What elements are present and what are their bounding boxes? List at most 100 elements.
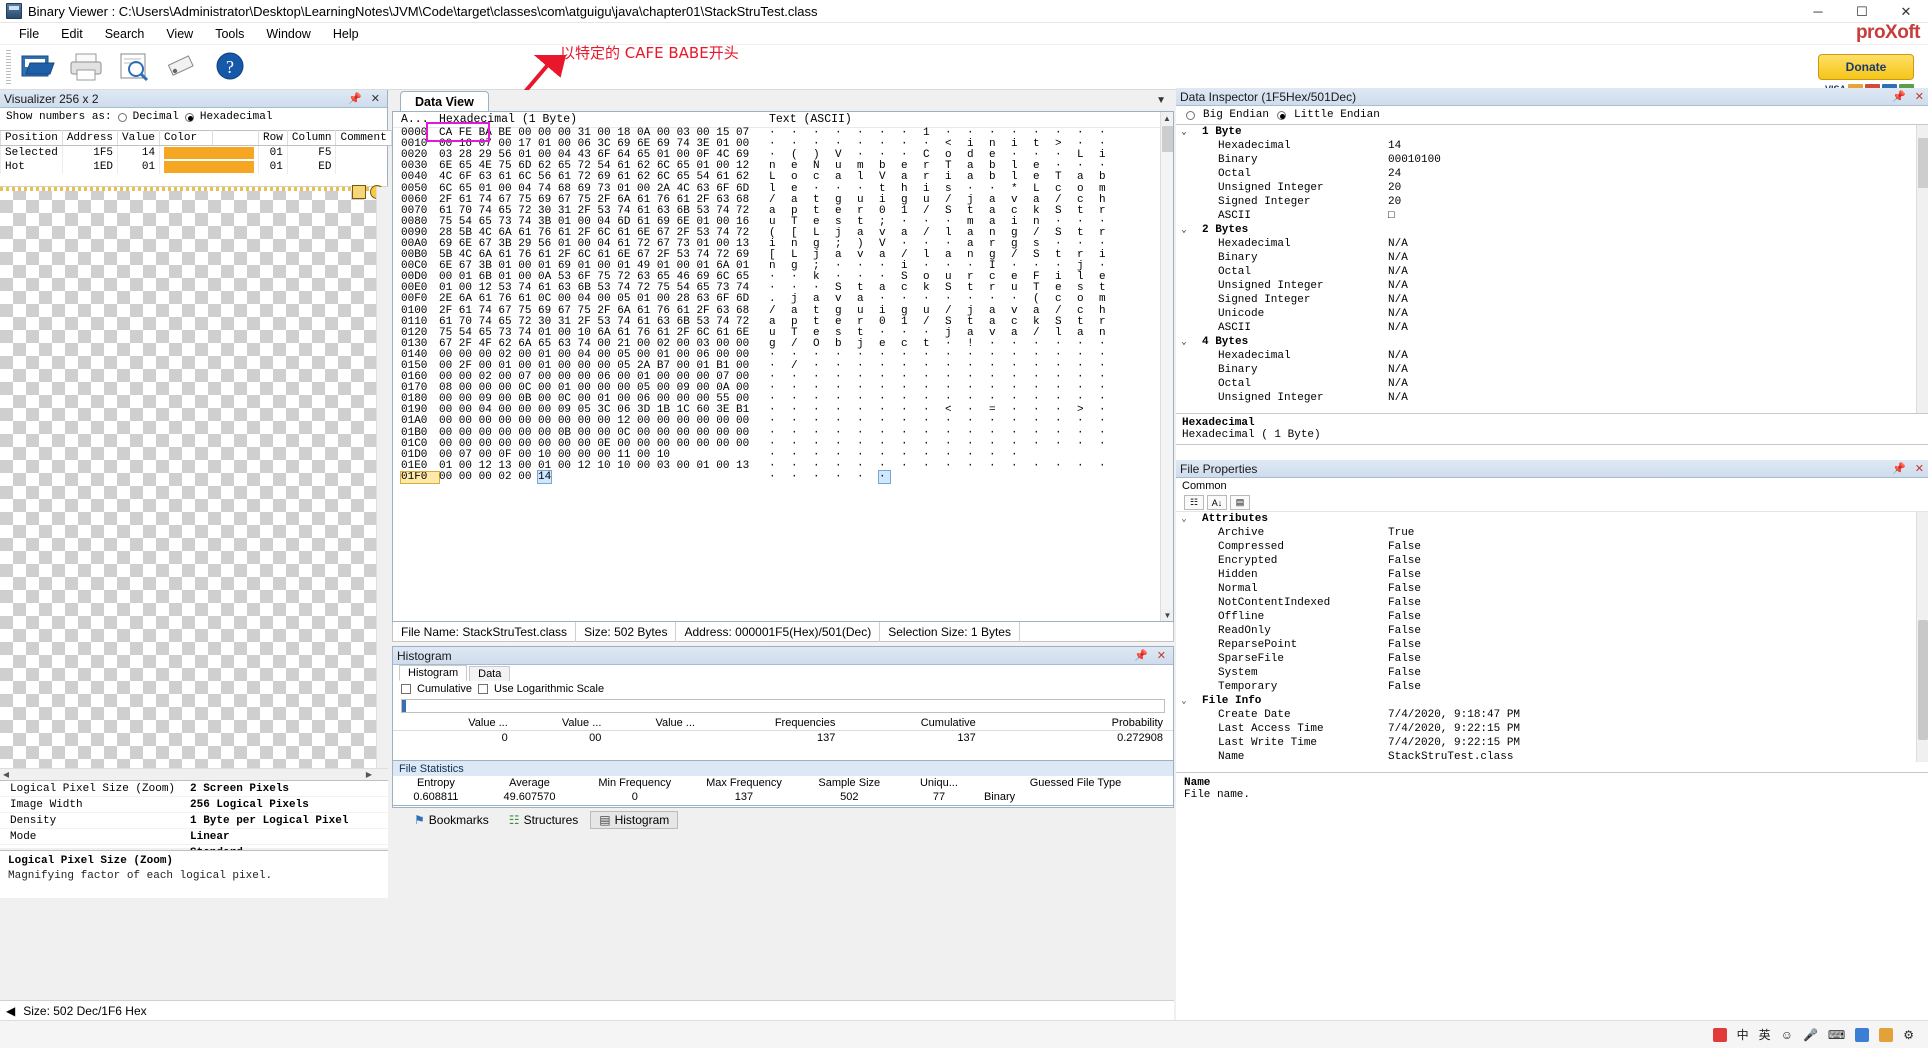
window-scrollbar[interactable] [1918,620,1928,740]
hex-vscrollbar[interactable]: ▲ ▼ [1160,112,1173,621]
hist-col-2[interactable]: Value ... [611,716,705,731]
inspector-group[interactable]: ⌄ 2 Bytes [1176,223,1928,237]
close-button[interactable]: ✕ [1884,0,1928,23]
file-properties-row[interactable]: Encrypted False [1176,554,1928,568]
scroll-thumb[interactable] [1162,126,1173,152]
tab-data-view[interactable]: Data View [400,91,489,111]
file-properties-row[interactable]: Temporary False [1176,680,1928,694]
scroll-right-icon[interactable]: ▶ [366,770,388,779]
print-button[interactable] [63,46,111,88]
file-properties-row[interactable]: Compressed False [1176,540,1928,554]
menu-item-file[interactable]: File [8,25,50,43]
col-comment[interactable]: Comment [335,130,392,146]
open-file-button[interactable] [15,46,63,88]
inspector-row[interactable]: Hexadecimal N/A [1176,349,1928,363]
endian-selector[interactable]: Big Endian Little Endian [1176,106,1928,124]
inspector-row[interactable]: Unicode N/A [1176,307,1928,321]
hex-row-bytes[interactable]: 2F 61 74 67 75 69 67 75 2F 6A 61 76 61 2… [439,194,769,206]
settings-icon[interactable]: ⚙ [1903,1028,1914,1042]
hex-row-ascii[interactable]: l e · · · t h i s · · * L c o m [769,183,1110,195]
table-row[interactable]: 0 00 137 137 0.272908 [393,731,1173,746]
scroll-up-icon[interactable]: ▲ [1161,112,1173,125]
inspector-scrollbar[interactable] [1916,125,1928,413]
menu-item-search[interactable]: Search [94,25,156,43]
ime-indicator[interactable]: 中 [1737,1026,1749,1043]
hex-row[interactable]: 01A0 00 00 00 00 00 00 00 00 00 12 00 00 … [393,416,1173,427]
file-properties-row[interactable]: Last Write Time 7/4/2020, 9:22:15 PM [1176,736,1928,750]
file-properties-row[interactable]: Normal False [1176,582,1928,596]
pin-icon[interactable]: 📌 [1892,90,1906,103]
scroll-left-icon[interactable]: ◀ [0,770,9,779]
file-properties-row[interactable]: System False [1176,666,1928,680]
hex-row-ascii[interactable]: / a t g u i g u / j a v a / c h [769,194,1110,206]
chevron-down-icon[interactable]: ⌄ [1176,337,1192,347]
hist-col-5[interactable]: Probability [985,716,1173,731]
visualizer-number-format[interactable]: Show numbers as: Decimal Hexadecimal [0,108,387,126]
histogram-options[interactable]: Cumulative Use Logarithmic Scale [393,681,1173,697]
scroll-thumb[interactable] [1918,138,1928,188]
menu-item-help[interactable]: Help [322,25,370,43]
help-button[interactable]: ? [207,46,255,88]
col-spacer[interactable] [212,130,260,146]
lang-indicator[interactable]: 英 [1759,1026,1771,1043]
file-properties-row[interactable]: Name StackStruTest.class [1176,750,1928,762]
hex-row-bytes[interactable]: 4C 6F 63 61 6C 56 61 72 69 61 62 6C 65 5… [439,172,769,183]
smiley-icon[interactable]: ☺ [1781,1028,1793,1042]
cumulative-checkbox[interactable] [401,684,411,694]
hex-dump[interactable]: A... Hexadecimal (1 Byte) Text (ASCII) 0… [392,112,1174,622]
tray-icon-3[interactable] [1879,1027,1894,1042]
log-scale-checkbox[interactable] [478,684,489,694]
hist-col-1[interactable]: Value ... [517,716,612,731]
pin-icon[interactable]: 📌 [1134,649,1148,662]
col-row[interactable]: Row [258,130,288,146]
hex-row[interactable]: 01F0 00 00 00 02 00 14 · · · · · · [393,469,1173,484]
scroll-down-icon[interactable]: ▼ [1161,609,1173,621]
visualizer-canvas[interactable]: ◀ ▶ [0,185,388,781]
file-properties-group[interactable]: ⌄ File Info [1176,694,1928,708]
hex-row-ascii[interactable]: · · · · · · · · · · · · · · · · [769,416,1110,427]
hist-col-0[interactable]: Value ... [393,716,518,731]
file-properties-row[interactable]: Offline False [1176,610,1928,624]
tab-bookmarks[interactable]: ⚑ Bookmarks [406,812,497,828]
col-address[interactable]: Address [61,130,119,146]
selected-byte[interactable]: 14 [537,469,553,484]
canvas-hscrollbar[interactable]: ◀ ▶ [0,768,388,780]
file-properties-row[interactable]: Create Date 7/4/2020, 9:18:47 PM [1176,708,1928,722]
hex-row-ascii[interactable]: / a t g u i g u / j a v a / c h [769,305,1110,317]
menu-item-tools[interactable]: Tools [204,25,255,43]
menu-bar[interactable]: File Edit Search View Tools Window Help [0,23,1928,45]
close-icon[interactable]: ✕ [371,92,380,105]
file-properties-row[interactable]: Last Access Time 7/4/2020, 9:22:15 PM [1176,722,1928,736]
inspector-row[interactable]: Unsigned Integer N/A [1176,391,1928,405]
hex-row-ascii[interactable]: · · · · · · [769,469,892,484]
hex-rows-container[interactable]: 0000 CA FE BA BE 00 00 00 31 00 18 0A 00 … [393,128,1173,484]
inspector-row[interactable]: Binary 00010100 [1176,153,1928,167]
inspector-row[interactable]: Octal N/A [1176,265,1928,279]
hex-row[interactable]: 0050 6C 65 01 00 04 74 68 69 73 01 00 2A … [393,183,1173,194]
radio-big-endian[interactable] [1186,110,1195,120]
inspect-button[interactable] [111,46,159,88]
inspector-row[interactable]: Unsigned Integer N/A [1176,279,1928,293]
inspector-row[interactable]: Hexadecimal 14 [1176,139,1928,153]
hex-row-bytes[interactable]: 61 70 74 65 72 30 31 2F 53 74 61 63 6B 5… [439,316,769,328]
selected-ascii[interactable]: · [878,469,892,484]
hex-row-ascii[interactable]: · · · · · · · · · · · · · · · · [769,427,1110,439]
sort-az-icon[interactable]: A↓ [1207,495,1227,510]
hex-row-bytes[interactable]: 2E 6A 61 76 61 0C 00 04 00 05 01 00 28 6… [439,294,769,305]
hex-row-bytes[interactable]: 00 00 00 00 00 00 00 00 00 12 00 00 00 0… [439,416,769,427]
microphone-icon[interactable]: 🎤 [1803,1028,1818,1042]
chevron-down-icon[interactable]: ⌄ [1176,696,1192,706]
hex-row[interactable]: 0040 4C 6F 63 61 6C 56 61 72 69 61 62 6C … [393,172,1173,183]
minimize-button[interactable]: ─ [1796,0,1840,23]
canvas-vscrollbar[interactable] [376,187,388,781]
hex-row[interactable]: 0060 2F 61 74 67 75 69 67 75 2F 6A 61 76 … [393,194,1173,206]
hex-row[interactable]: 01B0 00 00 00 00 00 00 0B 00 00 0C 00 00 … [393,427,1173,439]
inspector-row[interactable]: ASCII N/A [1176,321,1928,335]
file-properties-toolbar[interactable]: ☷ A↓ ▤ [1176,494,1928,512]
taskbar[interactable]: 中 英 ☺ 🎤 ⌨ ⚙ [0,1020,1928,1048]
file-properties-row[interactable]: NotContentIndexed False [1176,596,1928,610]
status-expand-icon[interactable]: ◀ [6,1004,15,1018]
radio-little-endian[interactable] [1277,110,1287,120]
hex-row-ascii[interactable]: . j a v a · · · · · · · ( c o m [769,294,1110,305]
col-color[interactable]: Color [159,130,214,146]
